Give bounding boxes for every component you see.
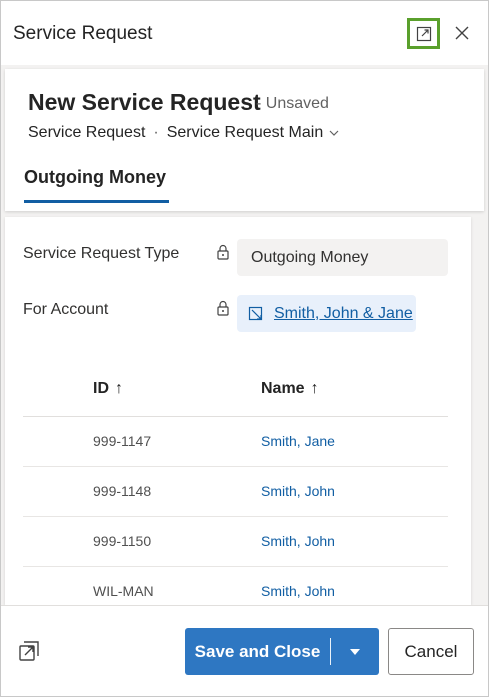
open-in-new-window-icon[interactable] bbox=[17, 639, 41, 663]
grid-header: ID ↑ Name ↑ bbox=[23, 362, 448, 417]
column-header-name[interactable]: Name ↑ bbox=[261, 380, 319, 398]
record-title: New Service Request bbox=[28, 89, 261, 115]
breadcrumb-separator: · bbox=[153, 124, 159, 141]
cell-id: 999-1150 bbox=[93, 533, 152, 549]
lock-icon bbox=[217, 300, 229, 316]
cell-id: 999-1148 bbox=[93, 483, 152, 499]
chevron-down-icon bbox=[329, 129, 339, 137]
popout-icon bbox=[416, 26, 431, 41]
close-icon bbox=[455, 26, 469, 40]
for-account-label: For Account bbox=[23, 301, 109, 318]
cell-name-link[interactable]: Smith, Jane bbox=[261, 433, 335, 449]
account-record-icon bbox=[248, 306, 263, 320]
record-header: New Service Request - Unsaved Service Re… bbox=[5, 69, 484, 211]
cell-name-link[interactable]: Smith, John bbox=[261, 483, 335, 499]
cell-id: WIL-MAN bbox=[93, 583, 154, 599]
table-row[interactable]: 999-1148 Smith, John bbox=[23, 467, 448, 517]
tab-outgoing-money[interactable]: Outgoing Money bbox=[24, 167, 169, 203]
column-header-label: ID bbox=[93, 380, 109, 397]
lock-icon bbox=[217, 244, 229, 260]
save-status: - Unsaved bbox=[256, 95, 329, 112]
form-section: Service Request Type Outgoing Money For … bbox=[5, 217, 471, 605]
cell-name-link[interactable]: Smith, John bbox=[261, 583, 335, 599]
table-row[interactable]: WIL-MAN Smith, John bbox=[23, 567, 448, 605]
sort-ascending-icon: ↑ bbox=[115, 380, 123, 397]
service-request-type-field: Outgoing Money bbox=[237, 239, 448, 276]
dialog-title-bar: Service Request bbox=[1, 1, 488, 65]
account-link[interactable]: Smith, John & Jane bbox=[274, 305, 413, 323]
close-button[interactable] bbox=[450, 21, 474, 45]
cancel-button[interactable]: Cancel bbox=[388, 628, 474, 675]
service-request-type-label: Service Request Type bbox=[23, 245, 180, 262]
breadcrumb: Service Request · Service Request Main bbox=[28, 124, 339, 142]
for-account-lookup[interactable]: Smith, John & Jane bbox=[237, 295, 416, 332]
sort-ascending-icon: ↑ bbox=[310, 380, 319, 397]
entity-name: Service Request bbox=[28, 124, 146, 141]
form-name: Service Request Main bbox=[166, 124, 324, 141]
column-header-id[interactable]: ID ↑ bbox=[93, 380, 123, 398]
caret-down-icon bbox=[350, 648, 360, 655]
cell-name-link[interactable]: Smith, John bbox=[261, 533, 335, 549]
save-and-close-button[interactable]: Save and Close bbox=[185, 628, 379, 675]
related-records-grid: ID ↑ Name ↑ 999-1147 Smith, Jane 999-114… bbox=[23, 362, 448, 605]
form-selector[interactable]: Service Request Main bbox=[167, 124, 340, 142]
table-row[interactable]: 999-1147 Smith, Jane bbox=[23, 417, 448, 467]
dialog-footer: Save and Close Cancel bbox=[1, 605, 488, 696]
cell-id: 999-1147 bbox=[93, 433, 152, 449]
save-options-dropdown[interactable] bbox=[331, 628, 379, 675]
save-and-close-label: Save and Close bbox=[194, 641, 321, 661]
service-request-dialog: Service Request New Service Request - Un… bbox=[0, 0, 489, 697]
table-row[interactable]: 999-1150 Smith, John bbox=[23, 517, 448, 567]
split-divider bbox=[330, 638, 331, 665]
column-header-label: Name bbox=[261, 380, 305, 397]
dialog-title: Service Request bbox=[13, 23, 153, 44]
popout-button[interactable] bbox=[407, 18, 440, 49]
